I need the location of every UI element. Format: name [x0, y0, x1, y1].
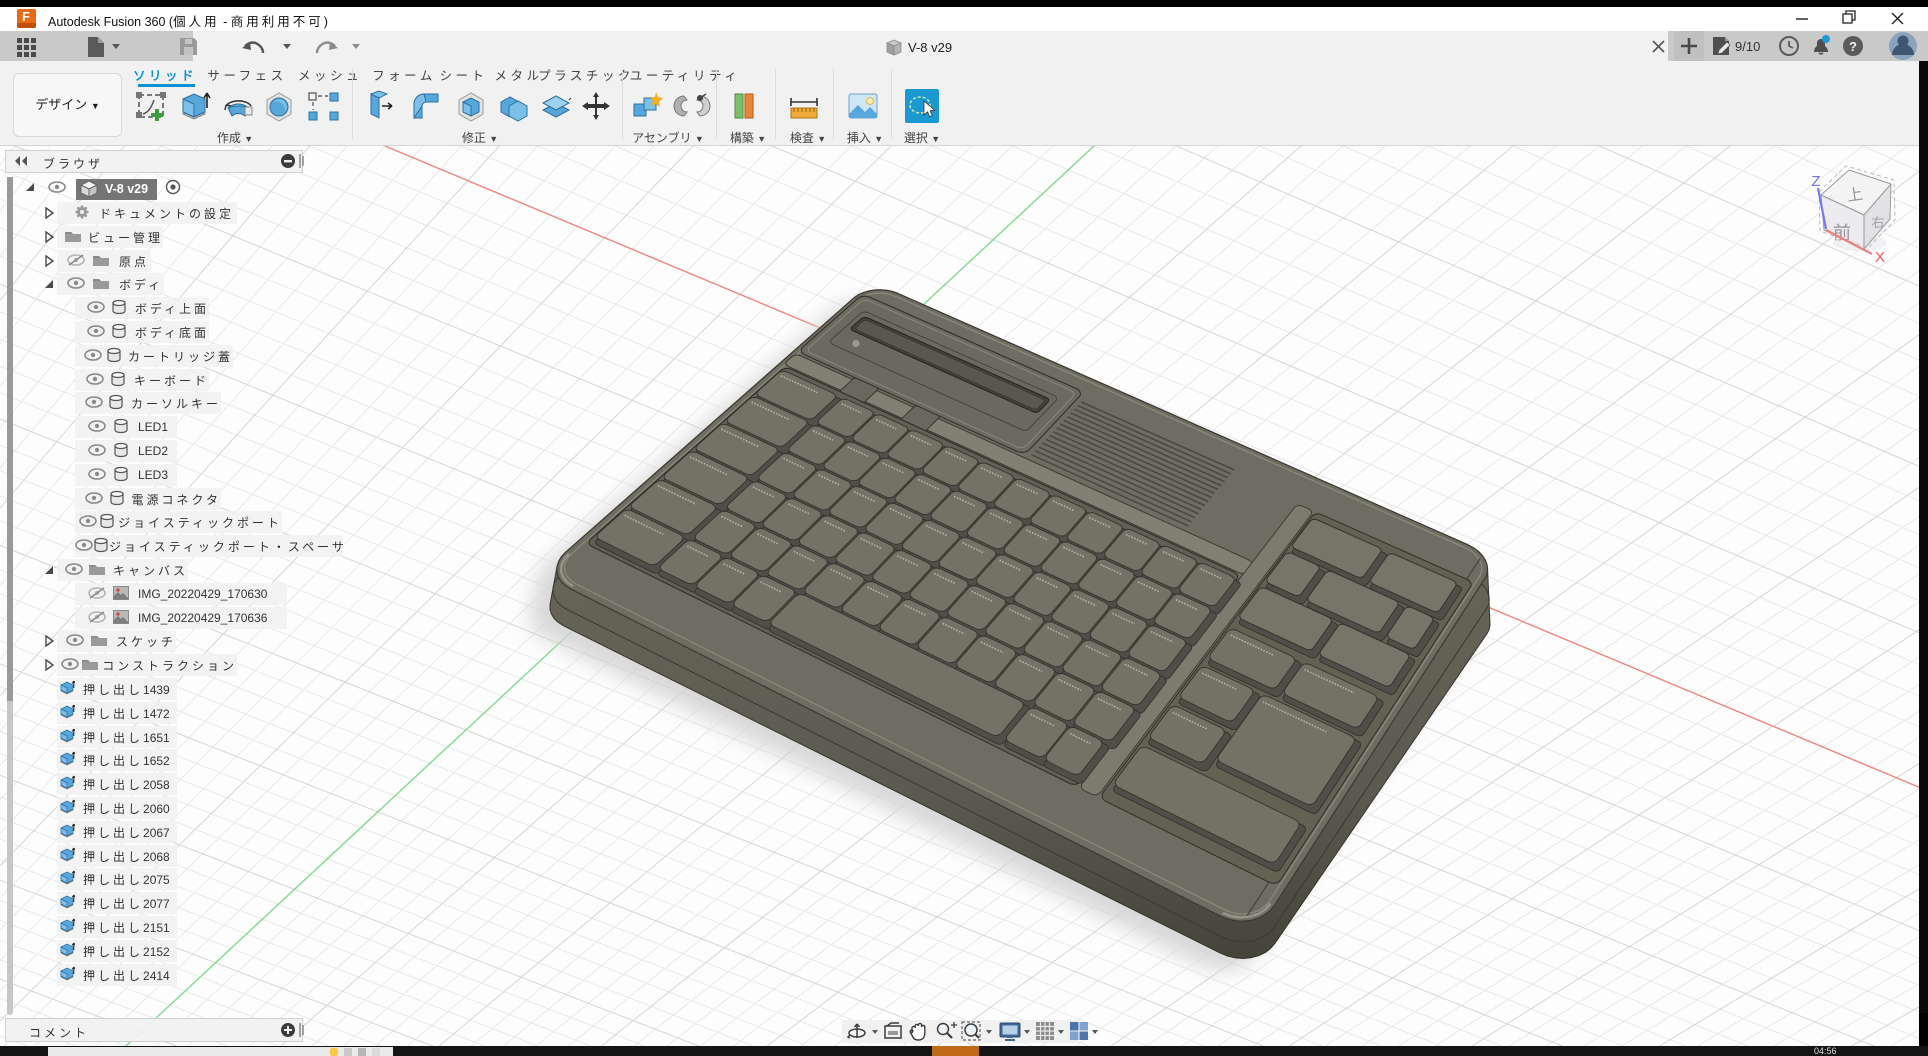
svg-text:上: 上 — [1846, 185, 1864, 205]
svg-text:Z: Z — [1811, 173, 1820, 190]
svg-text:X: X — [1875, 249, 1885, 266]
svg-text:右: 右 — [1871, 215, 1884, 230]
svg-text:前: 前 — [1833, 223, 1851, 243]
